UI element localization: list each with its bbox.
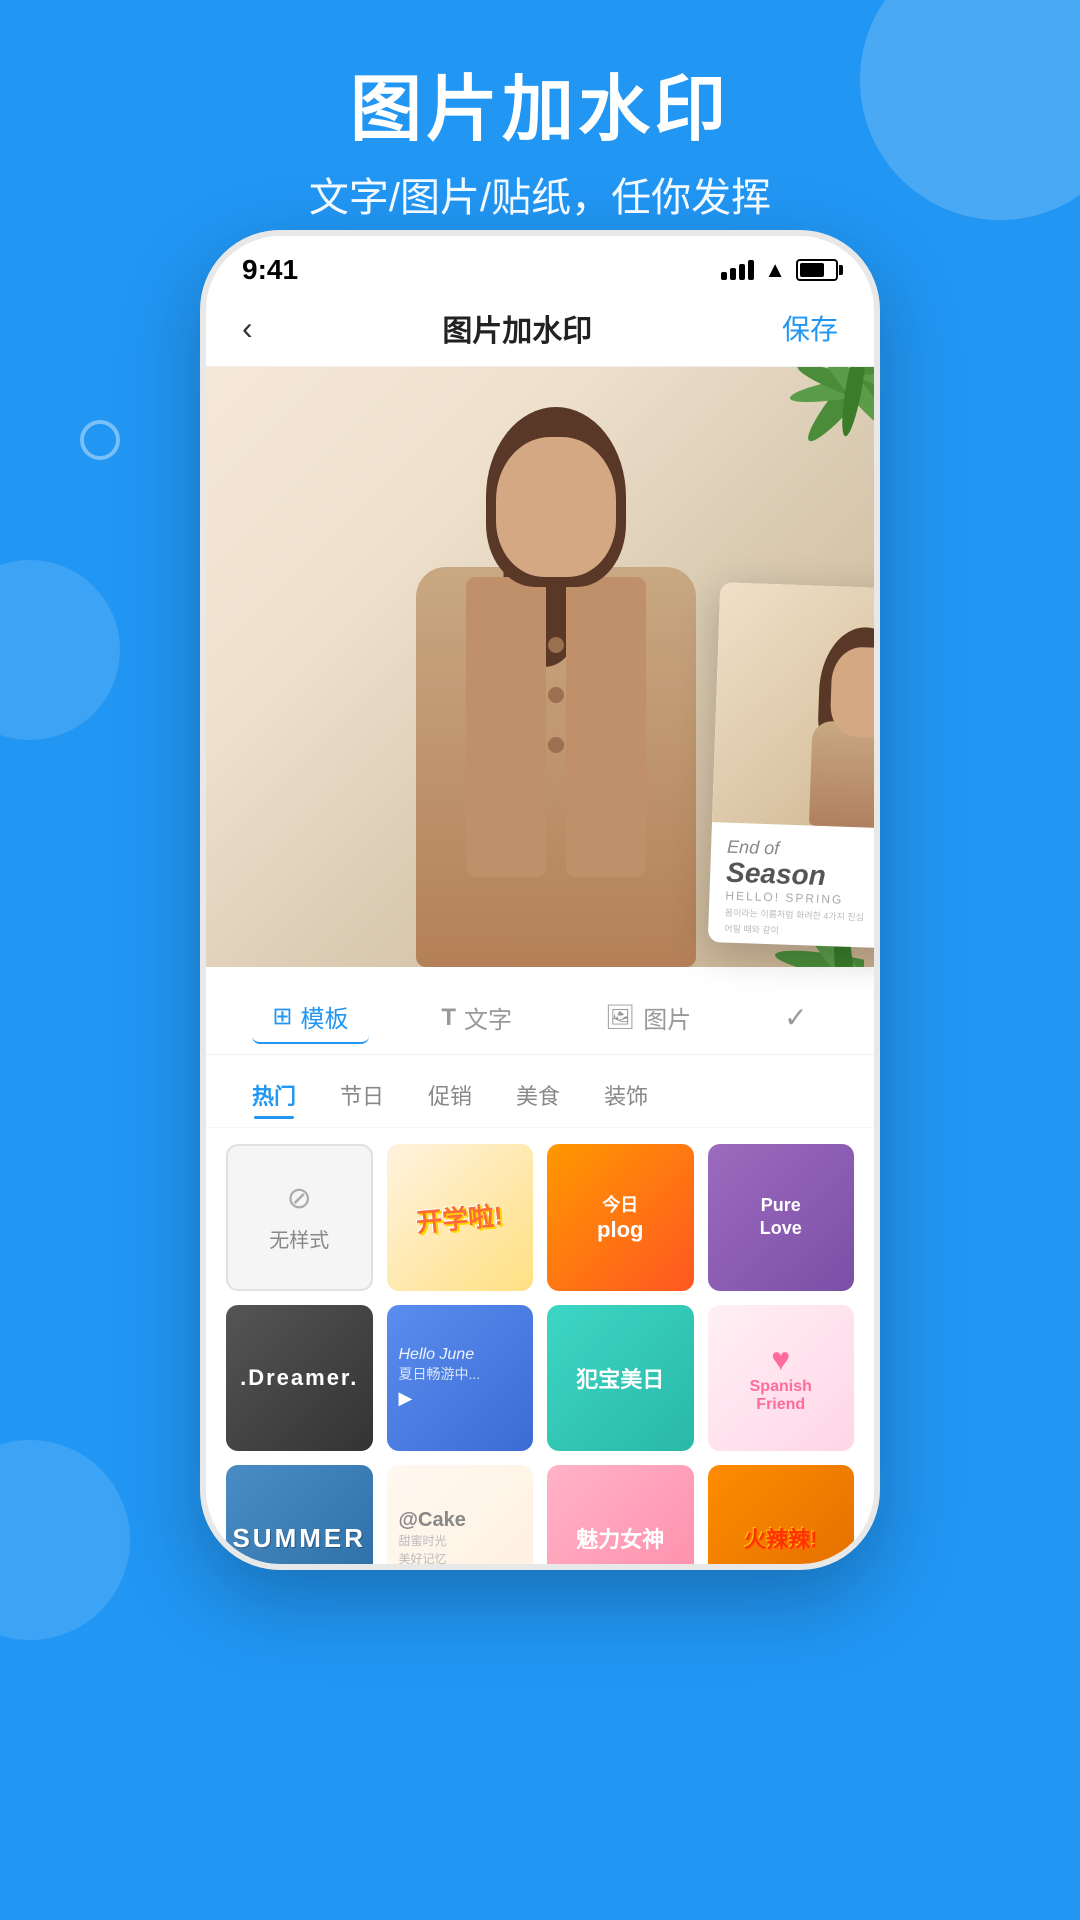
- palm-top-right-icon: [694, 367, 874, 567]
- purelove-label: PureLove: [760, 1194, 802, 1241]
- category-sale[interactable]: 促销: [406, 1071, 494, 1119]
- model-figure: [396, 387, 716, 967]
- template-spanish[interactable]: ♥ SpanishFriend: [708, 1305, 855, 1452]
- template-huola[interactable]: 火辣辣!: [708, 1465, 855, 1570]
- app-header: ‹ 图片加水印 保存: [206, 294, 874, 367]
- template-kaixin[interactable]: 开学啦!: [387, 1144, 534, 1291]
- template-cake[interactable]: @Cake 甜蜜时光美好记忆: [387, 1465, 534, 1570]
- bg-decoration-circle-bottom: [0, 1440, 130, 1640]
- cake-label: @Cake: [399, 1509, 466, 1532]
- bg-decoration-circle-mid: [0, 560, 120, 740]
- template-icon: ⊞: [272, 1002, 292, 1031]
- back-button[interactable]: ‹: [242, 310, 253, 347]
- template-plog[interactable]: 今日 plog: [547, 1144, 694, 1291]
- phone-mockup: 9:41 ▲ ‹ 图片加水印 保存: [200, 230, 880, 1570]
- wifi-icon: ▲: [764, 257, 786, 283]
- preview-small-text2: 어릴 때와 같이: [724, 923, 880, 944]
- header-subtitle: 文字/图片/贴纸，任你发挥: [0, 165, 1080, 223]
- text-icon: T: [441, 1004, 456, 1032]
- phone-notch: [440, 236, 640, 272]
- template-purelove[interactable]: PureLove: [708, 1144, 855, 1291]
- bottom-panel: ⊞ 模板 T 文字 🖼 图片 ✓ 热门 节日 促销: [206, 967, 874, 1570]
- template-dreamer[interactable]: .Dreamer.: [226, 1305, 373, 1452]
- template-grid: ⊘ 无样式 开学啦! 今日 plog PureLove: [206, 1128, 874, 1570]
- template-baobeimei[interactable]: 犯宝美日: [547, 1305, 694, 1452]
- template-summer[interactable]: SUMMER: [226, 1465, 373, 1570]
- header-title: 图片加水印: [0, 50, 1080, 155]
- category-holiday[interactable]: 节日: [318, 1071, 406, 1119]
- kaixin-label: 开学啦!: [415, 1195, 505, 1239]
- category-decor[interactable]: 装饰: [582, 1071, 670, 1119]
- tab-image-label: 图片: [643, 1000, 691, 1035]
- tab-template[interactable]: ⊞ 模板: [252, 991, 368, 1044]
- plog-top-label: 今日: [597, 1191, 643, 1217]
- spanish-label: SpanishFriend: [750, 1378, 812, 1414]
- status-time: 9:41: [242, 254, 298, 286]
- signal-icon: [721, 260, 754, 280]
- tab-check[interactable]: ✓: [764, 993, 827, 1042]
- tab-template-label: 模板: [301, 999, 349, 1034]
- summer-label: SUMMER: [232, 1523, 366, 1554]
- huola-label: 火辣辣!: [744, 1522, 817, 1554]
- no-style-icon: ⊘: [287, 1181, 312, 1216]
- meili-label: 魅力女神: [576, 1522, 664, 1554]
- preview-card-image: [712, 582, 880, 832]
- cake-sub-label: 甜蜜时光美好记忆: [399, 1532, 447, 1568]
- baobeimei-label: 犯宝美日: [576, 1362, 664, 1394]
- no-style-label: 无样式: [269, 1224, 329, 1253]
- tab-text[interactable]: T 文字: [421, 992, 532, 1043]
- category-hot[interactable]: 热门: [230, 1071, 318, 1119]
- header-area: 图片加水印 文字/图片/贴纸，任你发挥: [0, 50, 1080, 223]
- template-no-style[interactable]: ⊘ 无样式: [226, 1144, 373, 1291]
- dreamer-label: .Dreamer.: [240, 1365, 358, 1391]
- check-icon: ✓: [784, 1001, 807, 1034]
- bg-decoration-circle-small: [80, 420, 120, 460]
- plog-label: plog: [597, 1217, 643, 1243]
- save-button[interactable]: 保存: [782, 308, 838, 348]
- preview-card: End of Season HELLO! SPRING 봄이라는 이름처럼 화려…: [708, 582, 880, 952]
- battery-icon: [796, 259, 838, 281]
- hellojune-en-label: Hello June: [399, 1346, 475, 1364]
- image-icon: 🖼: [605, 1003, 635, 1032]
- template-meili[interactable]: 魅力女神: [547, 1465, 694, 1570]
- tab-text-label: 文字: [464, 1000, 512, 1035]
- phone-frame: 9:41 ▲ ‹ 图片加水印 保存: [200, 230, 880, 1570]
- hellojune-play-icon: ▶: [399, 1388, 413, 1409]
- app-title: 图片加水印: [442, 306, 592, 350]
- hellojune-cn-label: 夏日畅游中...: [399, 1364, 481, 1384]
- template-hellojune[interactable]: Hello June 夏日畅游中... ▶: [387, 1305, 534, 1452]
- status-icons: ▲: [721, 257, 838, 283]
- tab-image[interactable]: 🖼 图片: [585, 992, 711, 1043]
- spanish-heart-icon: ♥: [750, 1341, 812, 1378]
- tab-bar: ⊞ 模板 T 文字 🖼 图片 ✓: [206, 975, 874, 1055]
- preview-card-text-area: End of Season HELLO! SPRING 봄이라는 이름처럼 화려…: [708, 822, 880, 952]
- category-bar: 热门 节日 促销 美食 装饰: [206, 1055, 874, 1128]
- category-food[interactable]: 美食: [494, 1071, 582, 1119]
- main-image-area: End of Season HELLO! SPRING 봄이라는 이름처럼 화려…: [206, 367, 874, 967]
